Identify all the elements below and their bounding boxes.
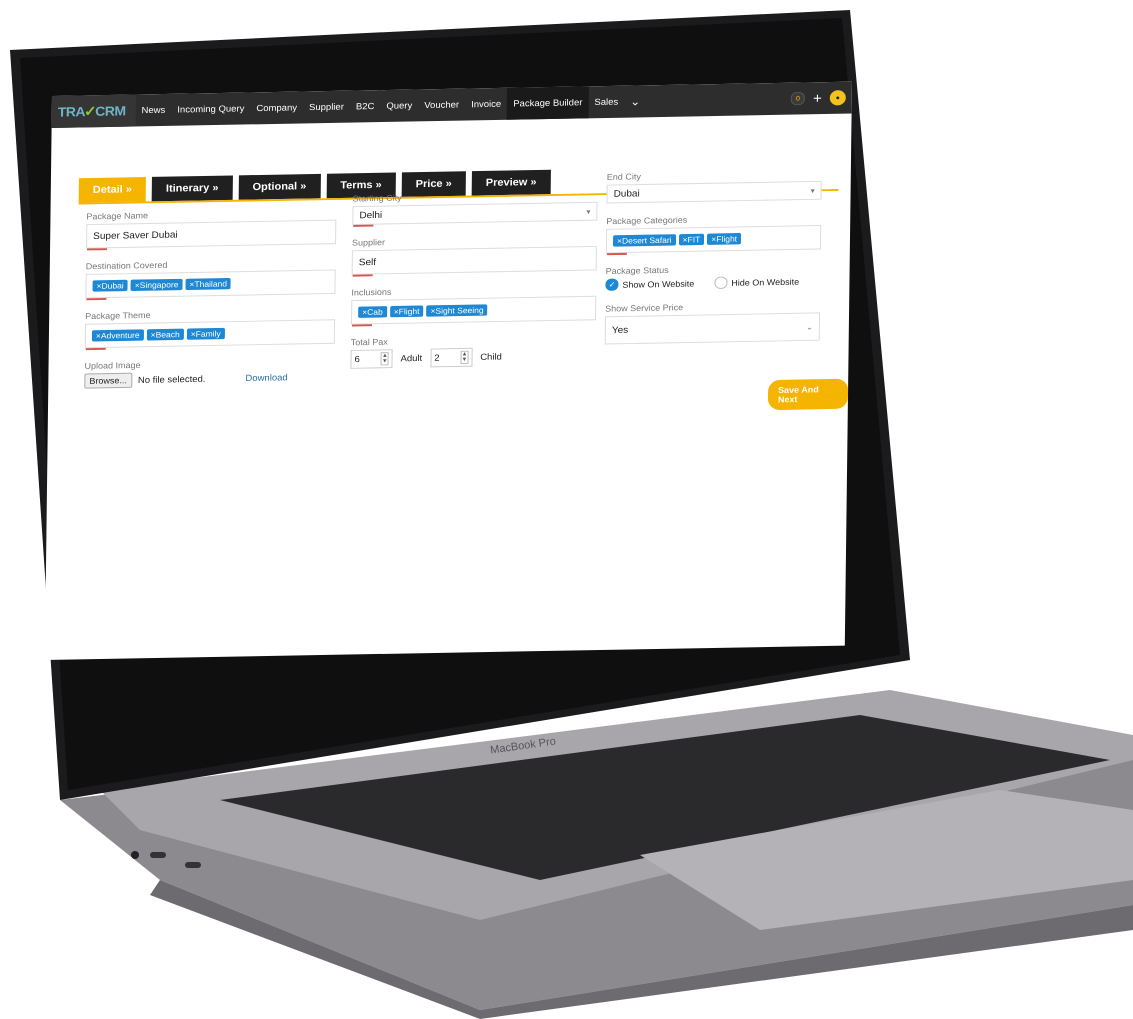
app-logo[interactable]: TRA ✓ CRM	[51, 94, 136, 128]
package-theme-input[interactable]: ×Adventure ×Beach ×Family	[84, 319, 336, 351]
nav-item-query[interactable]: Query	[380, 89, 418, 122]
destination-chip[interactable]: ×Singapore	[130, 278, 183, 291]
field-underline	[353, 224, 374, 227]
nav-item-supplier[interactable]: Supplier	[303, 91, 350, 124]
child-count: 2	[434, 352, 440, 364]
theme-chip[interactable]: ×Beach	[146, 328, 184, 341]
file-status: No file selected.	[137, 373, 206, 386]
logo-suffix: CRM	[95, 103, 126, 119]
field-underline	[86, 298, 107, 301]
child-stepper[interactable]: 2 ▴ ▾	[430, 347, 473, 368]
supplier-value: Self	[358, 256, 377, 268]
category-chip[interactable]: ×FIT	[678, 233, 705, 246]
show-on-website-label: Show On Website	[622, 278, 695, 290]
category-chip[interactable]: ×Flight	[707, 233, 742, 245]
total-pax-row: 6 ▴ ▾ Adult 2 ▴ ▾ Child	[350, 346, 595, 369]
end-city-value: Dubai	[613, 188, 640, 200]
field-underline	[351, 324, 373, 327]
child-label: Child	[480, 351, 502, 363]
nav-item-b2c[interactable]: B2C	[350, 90, 381, 123]
stepper-arrows-icon[interactable]: ▴ ▾	[380, 352, 389, 366]
field-underline	[87, 248, 108, 251]
tab-optional[interactable]: Optional »	[238, 173, 321, 200]
tab-detail[interactable]: Detail »	[78, 177, 147, 203]
nav-item-sales[interactable]: Sales	[588, 86, 624, 119]
package-categories-label: Package Categories	[606, 215, 688, 227]
avatar[interactable]: ●	[829, 90, 846, 106]
destination-covered-input[interactable]: ×Dubai ×Singapore ×Thailand	[85, 269, 336, 301]
category-chip[interactable]: ×Desert Safari	[612, 234, 676, 247]
upload-image-label: Upload Image	[84, 360, 141, 371]
package-name-label: Package Name	[86, 210, 149, 222]
save-and-next-button[interactable]: Save And Next	[767, 378, 849, 411]
theme-chip[interactable]: ×Family	[186, 327, 225, 340]
starting-city-select[interactable]: Delhi ▾	[352, 201, 598, 227]
end-city-select[interactable]: Dubai ▾	[606, 180, 822, 204]
supplier-label: Supplier	[351, 237, 386, 248]
show-service-price-label: Show Service Price	[605, 302, 684, 314]
nav-item-voucher[interactable]: Voucher	[418, 89, 465, 122]
upload-row: Browse... No file selected. Download	[84, 369, 334, 389]
package-status-label: Package Status	[605, 265, 669, 276]
dropdown-arrow-icon: ▾	[586, 207, 591, 216]
hide-on-website-radio[interactable]: Hide On Website	[714, 275, 799, 289]
total-pax-label: Total Pax	[350, 337, 388, 348]
check-icon: ✓	[605, 278, 619, 291]
hide-on-website-label: Hide On Website	[731, 276, 800, 288]
show-on-website-radio[interactable]: ✓ Show On Website	[605, 277, 694, 291]
chevron-down-icon[interactable]: ⌄	[624, 95, 646, 109]
field-underline	[352, 274, 373, 277]
nav-item-package-builder[interactable]: Package Builder	[507, 86, 589, 120]
inclusion-chip[interactable]: ×Flight	[389, 305, 424, 318]
plus-icon[interactable]: +	[813, 90, 822, 106]
nav-item-incoming-query[interactable]: Incoming Query	[171, 92, 250, 125]
package-name-input[interactable]: Super Saver Dubai	[86, 219, 337, 251]
tab-itinerary[interactable]: Itinerary »	[151, 175, 233, 202]
screen-content: TRA ✓ CRM News Incoming Query Company Su…	[44, 81, 853, 661]
show-service-price-value: Yes	[611, 324, 629, 336]
inclusion-chip[interactable]: ×Sight Seeing	[426, 304, 488, 317]
inclusions-label: Inclusions	[351, 287, 392, 298]
logo-prefix: TRA	[57, 103, 86, 120]
starting-city-value: Delhi	[359, 209, 383, 221]
theme-chip[interactable]: ×Adventure	[91, 329, 144, 342]
download-link[interactable]: Download	[245, 372, 287, 383]
radio-empty-icon	[714, 276, 728, 289]
destination-chip[interactable]: ×Dubai	[92, 279, 128, 292]
stepper-arrows-icon[interactable]: ▴ ▾	[460, 350, 469, 365]
form-column-right: End City Dubai ▾ Package Categories ×Des…	[604, 169, 822, 358]
chevron-down-icon: ⌄	[806, 322, 813, 331]
browse-button[interactable]: Browse...	[84, 372, 132, 389]
package-categories-input[interactable]: ×Desert Safari ×FIT ×Flight	[605, 225, 822, 256]
notification-badge[interactable]: 0	[790, 91, 806, 106]
supplier-input[interactable]: Self	[351, 245, 597, 277]
package-theme-label: Package Theme	[85, 310, 151, 321]
destination-covered-label: Destination Covered	[85, 260, 168, 272]
inclusions-input[interactable]: ×Cab ×Flight ×Sight Seeing	[351, 295, 597, 327]
show-service-price-select[interactable]: Yes ⌄	[604, 312, 821, 345]
destination-chip[interactable]: ×Thailand	[185, 277, 232, 291]
form-column-middle: Starting City Delhi ▾ Supplier Self Incl…	[350, 190, 598, 369]
adult-count: 6	[354, 354, 360, 365]
form-column-left: Package Name Super Saver Dubai Destinati…	[84, 207, 337, 389]
inclusion-chip[interactable]: ×Cab	[358, 306, 387, 318]
dropdown-arrow-icon: ▾	[810, 186, 815, 195]
package-status-radios: ✓ Show On Website Hide On Website	[605, 275, 820, 291]
adult-label: Adult	[400, 352, 423, 364]
nav-item-news[interactable]: News	[135, 94, 171, 127]
nav-right-actions: 0 + ●	[790, 90, 852, 107]
adult-stepper[interactable]: 6 ▴ ▾	[350, 349, 393, 369]
field-underline	[606, 252, 627, 256]
field-underline	[85, 347, 106, 351]
nav-item-company[interactable]: Company	[250, 91, 303, 124]
nav-item-invoice[interactable]: Invoice	[465, 88, 508, 121]
package-name-value: Super Saver Dubai	[93, 229, 178, 242]
end-city-label: End City	[606, 171, 641, 182]
